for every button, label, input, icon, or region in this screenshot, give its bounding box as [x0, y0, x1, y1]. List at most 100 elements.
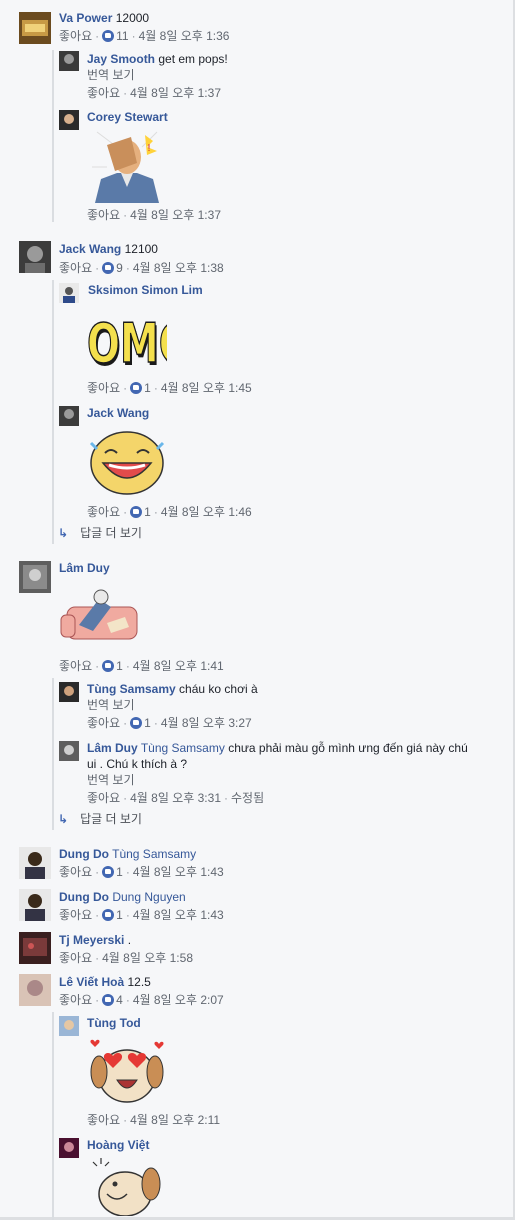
comment-author[interactable]: Jack Wang — [59, 242, 121, 256]
tagged-user[interactable]: Tùng Samsamy — [141, 741, 225, 755]
like-count[interactable]: 1 — [116, 908, 123, 922]
timestamp[interactable]: 4월 8일 오후 1:37 — [130, 86, 221, 100]
avatar[interactable] — [59, 283, 79, 303]
tagged-user[interactable]: Tùng Samsamy — [112, 847, 196, 861]
sticker-couch[interactable] — [59, 577, 141, 647]
like-count-icon[interactable] — [102, 660, 115, 672]
avatar[interactable] — [19, 847, 51, 879]
comment-author[interactable]: Lâm Duy — [59, 561, 110, 575]
comment-author[interactable]: Dung Do — [59, 890, 109, 904]
like-button[interactable]: 좋아요 — [87, 1113, 120, 1127]
like-count-icon[interactable] — [102, 262, 115, 274]
like-count-icon[interactable] — [130, 382, 143, 394]
comment-author[interactable]: Va Power — [59, 11, 112, 25]
timestamp[interactable]: 4월 8일 오후 1:46 — [161, 505, 252, 519]
avatar[interactable] — [59, 406, 79, 426]
like-button[interactable]: 좋아요 — [59, 993, 92, 1007]
timestamp[interactable]: 4월 8일 오후 1:43 — [133, 865, 224, 879]
like-button[interactable]: 좋아요 — [87, 791, 120, 805]
comment-author[interactable]: Corey Stewart — [87, 110, 168, 124]
like-count-icon[interactable] — [130, 717, 143, 729]
like-count-icon[interactable] — [102, 909, 115, 921]
sticker-heart-eyes-dog[interactable] — [87, 1034, 167, 1110]
timestamp[interactable]: 4월 8일 오후 1:38 — [133, 261, 224, 275]
comment-author[interactable]: Sksimon Simon Lim — [88, 283, 203, 297]
like-button[interactable]: 좋아요 — [59, 865, 92, 879]
timestamp[interactable]: 4월 8일 오후 1:36 — [139, 29, 230, 43]
comment: Jack Wang 12100 좋아요 · 9 · 4월 8일 오후 1:38 — [59, 242, 224, 275]
reply: Hoàng Việt — [87, 1137, 149, 1153]
timestamp[interactable]: 4월 8일 오후 1:37 — [130, 208, 221, 222]
more-replies-label[interactable]: 답글 더 보기 — [80, 812, 142, 826]
comment: Lâm Duy — [59, 560, 110, 576]
like-button[interactable]: 좋아요 — [87, 208, 120, 222]
timestamp[interactable]: 4월 8일 오후 1:45 — [161, 381, 252, 395]
comment-author[interactable]: Tùng Tod — [87, 1016, 141, 1030]
comment-author[interactable]: Lâm Duy — [87, 741, 138, 755]
reply-thread-line — [52, 678, 54, 830]
timestamp[interactable]: 4월 8일 오후 3:31 — [130, 791, 221, 805]
tagged-user[interactable]: Dung Nguyen — [112, 890, 185, 904]
like-count[interactable]: 1 — [144, 381, 151, 395]
more-replies-link[interactable]: ↳ 답글 더 보기 — [58, 525, 142, 541]
avatar[interactable] — [59, 110, 79, 130]
like-count[interactable]: 1 — [144, 505, 151, 519]
like-button[interactable]: 좋아요 — [59, 261, 92, 275]
reply-thread-line — [52, 280, 54, 544]
like-button[interactable]: 좋아요 — [59, 659, 92, 673]
comment-author[interactable]: Lê Viết Hoà — [59, 975, 124, 989]
avatar[interactable] — [59, 51, 79, 71]
comment-author[interactable]: Tùng Samsamy — [87, 682, 176, 696]
like-count[interactable]: 11 — [116, 29, 128, 43]
comment-author[interactable]: Jack Wang — [87, 406, 149, 420]
like-count[interactable]: 1 — [116, 865, 123, 879]
avatar[interactable] — [19, 241, 51, 273]
like-button[interactable]: 좋아요 — [87, 381, 120, 395]
avatar[interactable] — [59, 741, 79, 761]
like-count[interactable]: 4 — [116, 993, 123, 1007]
translate-link[interactable]: 번역 보기 — [87, 67, 228, 83]
timestamp[interactable]: 4월 8일 오후 2:11 — [130, 1113, 220, 1127]
avatar[interactable] — [19, 932, 51, 964]
edited-label[interactable]: 수정됨 — [231, 791, 264, 805]
sticker-omg[interactable]: OMG OMG — [86, 299, 192, 379]
like-count-icon[interactable] — [102, 30, 115, 42]
like-button[interactable]: 좋아요 — [87, 505, 120, 519]
like-button[interactable]: 좋아요 — [87, 86, 120, 100]
like-count[interactable]: 9 — [116, 261, 123, 275]
like-count-icon[interactable] — [130, 506, 143, 518]
more-replies-link[interactable]: ↳ 답글 더 보기 — [58, 811, 142, 827]
like-count[interactable]: 1 — [144, 716, 151, 730]
like-button[interactable]: 좋아요 — [87, 716, 120, 730]
like-button[interactable]: 좋아요 — [59, 29, 92, 43]
like-count-icon[interactable] — [102, 866, 115, 878]
comment: Va Power 12000 좋아요 · 11 · 4월 8일 오후 1:36 — [59, 11, 230, 43]
comment-author[interactable]: Dung Do — [59, 847, 109, 861]
avatar[interactable] — [59, 1138, 79, 1158]
avatar[interactable] — [19, 974, 51, 1006]
comment-author[interactable]: Hoàng Việt — [87, 1138, 149, 1152]
reply: Lâm Duy Tùng Samsamy chưa phải màu gỗ mì… — [87, 740, 477, 806]
avatar[interactable] — [19, 889, 51, 921]
translate-link[interactable]: 번역 보기 — [87, 697, 258, 713]
timestamp[interactable]: 4월 8일 오후 1:43 — [133, 908, 224, 922]
timestamp[interactable]: 4월 8일 오후 3:27 — [161, 716, 252, 730]
like-button[interactable]: 좋아요 — [59, 951, 92, 965]
sticker-dog[interactable] — [87, 1154, 167, 1217]
like-count[interactable]: 1 — [116, 659, 123, 673]
avatar[interactable] — [59, 682, 79, 702]
more-replies-label[interactable]: 답글 더 보기 — [80, 526, 142, 540]
avatar[interactable] — [19, 561, 51, 593]
translate-link[interactable]: 번역 보기 — [87, 772, 477, 788]
timestamp[interactable]: 4월 8일 오후 1:58 — [102, 951, 193, 965]
like-count-icon[interactable] — [102, 994, 115, 1006]
timestamp[interactable]: 4월 8일 오후 2:07 — [133, 993, 224, 1007]
timestamp[interactable]: 4월 8일 오후 1:41 — [133, 659, 224, 673]
avatar[interactable] — [19, 12, 51, 44]
comment-author[interactable]: Tj Meyerski — [59, 933, 124, 947]
like-button[interactable]: 좋아요 — [59, 908, 92, 922]
sticker-facepalm[interactable]: ! — [87, 127, 167, 203]
sticker-laughing-face[interactable] — [87, 425, 167, 497]
avatar[interactable] — [59, 1016, 79, 1036]
comment-author[interactable]: Jay Smooth — [87, 52, 155, 66]
